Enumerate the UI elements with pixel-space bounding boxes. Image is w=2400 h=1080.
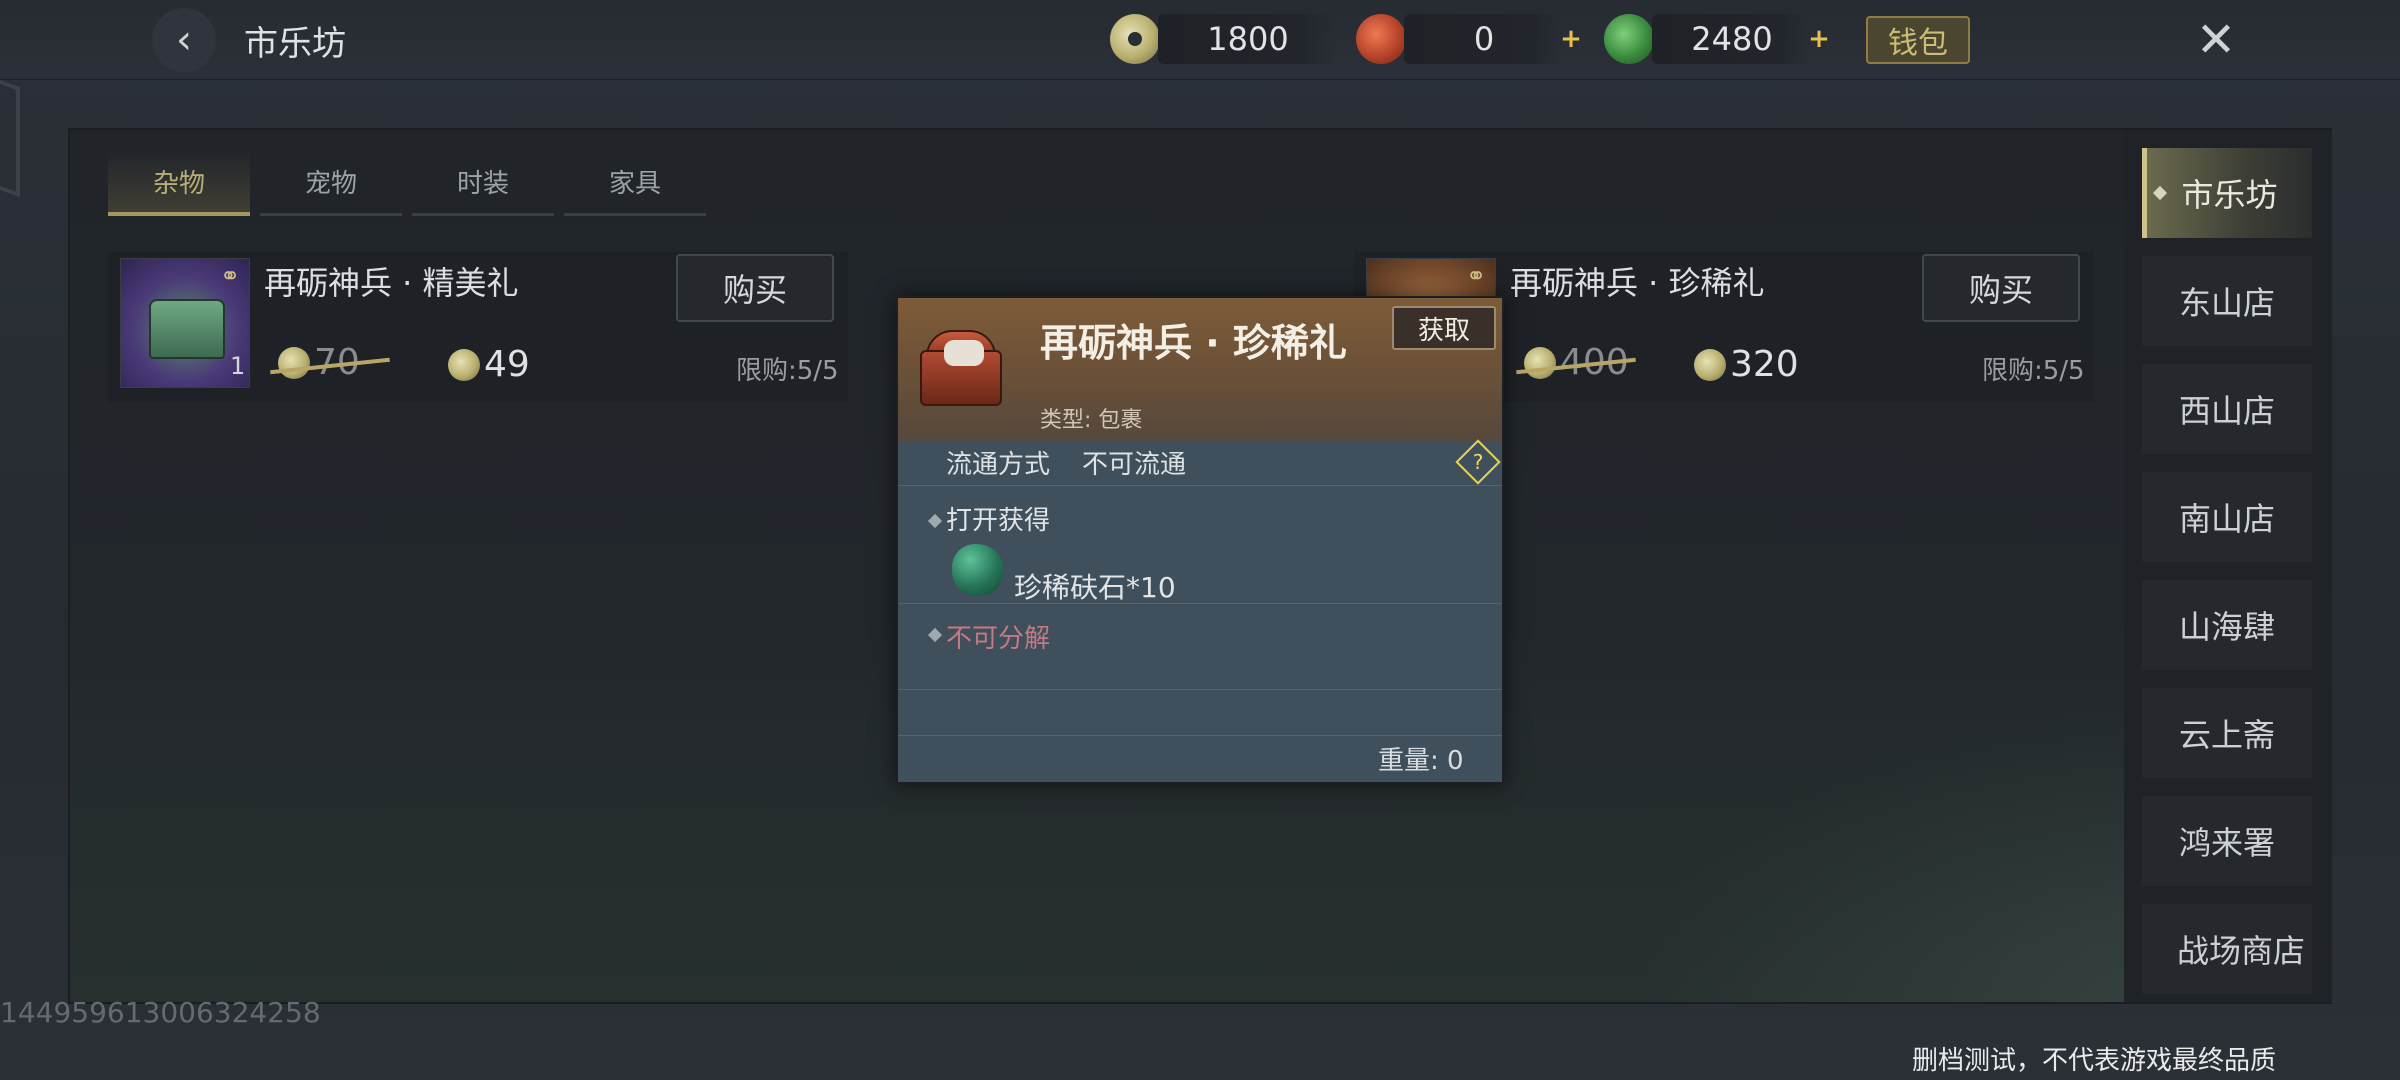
add-green-jade-icon[interactable]: + xyxy=(1806,26,1832,52)
shop-tab-label: 东山店 xyxy=(2178,284,2275,322)
jade-coin-icon xyxy=(1524,346,1556,379)
chest-icon xyxy=(149,299,225,359)
close-button[interactable]: ✕ xyxy=(2184,8,2248,72)
original-price: 70 xyxy=(270,342,390,383)
shop-tab-label: 南山店 xyxy=(2178,500,2275,538)
tab-pets[interactable]: 宠物 xyxy=(260,150,402,216)
sale-price-value: 49 xyxy=(484,344,530,385)
original-price: 400 xyxy=(1516,342,1636,383)
back-button[interactable]: ‹ xyxy=(152,8,216,72)
popup-divider xyxy=(898,486,1502,604)
shop-tab-xishan[interactable]: 西山店 xyxy=(2142,364,2312,454)
tab-furniture[interactable]: 家具 xyxy=(564,150,706,216)
tab-misc[interactable]: 杂物 xyxy=(108,150,250,216)
purchase-limit: 限购:5/5 xyxy=(1982,356,2085,386)
shop-tab-honglaishu[interactable]: 鸿来署 xyxy=(2142,796,2312,886)
shop-tab-yunshangzhai[interactable]: 云上斋 xyxy=(2142,688,2312,778)
shop-tab-nanshan[interactable]: 南山店 xyxy=(2142,472,2312,562)
shop-tab-dongshan[interactable]: 东山店 xyxy=(2142,256,2312,346)
tab-fashion[interactable]: 时装 xyxy=(412,150,554,216)
shop-tab-label: 市乐坊 xyxy=(2181,176,2278,214)
item-quantity: 1 xyxy=(230,352,246,380)
get-button[interactable]: 获取 xyxy=(1392,306,1496,350)
shop-tab-label: 鸿来署 xyxy=(2178,824,2275,862)
purchase-limit: 限购:5/5 xyxy=(736,356,839,386)
link-icon: ⚭ xyxy=(219,262,241,290)
top-bar: ‹ 市乐坊 1800 0 + 2480 + 钱包 ✕ xyxy=(0,0,2400,80)
back-arrow-icon: ‹ xyxy=(176,17,192,63)
left-edge-decoration xyxy=(0,72,20,198)
shop-screen: ‹ 市乐坊 1800 0 + 2480 + 钱包 ✕ 杂物 宠物 时装 家具 ⚭… xyxy=(0,0,2400,1080)
popup-divider xyxy=(898,690,1502,736)
link-icon: ⚭ xyxy=(1465,262,1487,290)
buy-button[interactable]: 购买 xyxy=(1922,254,2080,322)
currency-jade: 1800 xyxy=(1158,14,1338,64)
shop-tab-label: 西山店 xyxy=(2178,392,2275,430)
red-token-icon xyxy=(1356,14,1406,64)
jade-coin-icon xyxy=(1110,14,1160,64)
sale-price: 49 xyxy=(448,344,530,385)
item-detail-popup: 再砺神兵 · 珍稀礼 获取 类型: 包裹 流通方式 不可流通 ? 打开获得 珍稀… xyxy=(896,296,1504,784)
weight-label: 重量: 0 xyxy=(1378,746,1464,776)
chest-icon xyxy=(916,320,1006,410)
green-jade-icon xyxy=(1604,14,1654,64)
selected-indicator xyxy=(2152,185,2168,201)
wallet-button[interactable]: 钱包 xyxy=(1866,16,1970,64)
user-id-text: 14495961300632425​8 xyxy=(0,996,321,1029)
close-icon: ✕ xyxy=(2195,12,2237,68)
help-symbol: ? xyxy=(1472,450,1484,474)
buy-button[interactable]: 购买 xyxy=(676,254,834,322)
item-name: 再砺神兵 · 精美礼 xyxy=(264,264,519,302)
shop-tab-label: 云上斋 xyxy=(2178,716,2275,754)
popup-header: 再砺神兵 · 珍稀礼 获取 类型: 包裹 xyxy=(898,298,1502,442)
shop-item-card: ⚭ 1 再砺神兵 · 精美礼 70 49 购买 限购:5/5 xyxy=(108,252,848,402)
shop-nav: 市乐坊 东山店 西山店 南山店 山海肆 云上斋 鸿来署 战场商店 xyxy=(2124,130,2332,1002)
test-disclaimer: 删档测试，不代表游戏最终品质 xyxy=(1912,1046,2277,1076)
shop-tab-shilefang[interactable]: 市乐坊 xyxy=(2142,148,2312,238)
item-type: 类型: 包裹 xyxy=(1040,408,1143,433)
currency-green: 2480 xyxy=(1652,14,1812,64)
currency-red: 0 xyxy=(1404,14,1564,64)
chest-contents xyxy=(944,340,984,366)
add-red-token-icon[interactable]: + xyxy=(1558,26,1584,52)
item-name: 再砺神兵 · 珍稀礼 xyxy=(1510,264,1765,302)
sale-price: 320 xyxy=(1694,344,1799,385)
shop-tab-shanhaisi[interactable]: 山海肆 xyxy=(2142,580,2312,670)
shop-tab-label: 山海肆 xyxy=(2178,608,2275,646)
page-title: 市乐坊 xyxy=(244,24,346,64)
jade-coin-icon xyxy=(278,346,310,379)
shop-tab-battlefield[interactable]: 战场商店 xyxy=(2142,904,2312,994)
jade-coin-icon xyxy=(448,348,480,381)
circulation-label: 流通方式 xyxy=(946,450,1051,480)
sale-price-value: 320 xyxy=(1730,344,1799,385)
shop-tab-label: 战场商店 xyxy=(2176,932,2305,970)
popup-title: 再砺神兵 · 珍稀礼 xyxy=(1040,321,1347,365)
jade-coin-icon xyxy=(1694,348,1726,381)
popup-divider xyxy=(898,604,1502,690)
circulation-value: 不可流通 xyxy=(1082,450,1187,480)
